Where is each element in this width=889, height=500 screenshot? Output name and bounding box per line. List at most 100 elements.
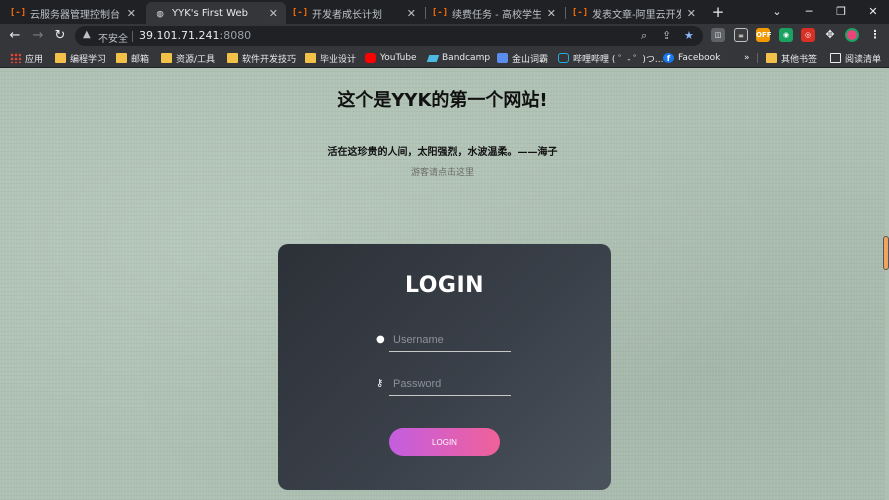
browser-toolbar: ← → ↻ ▲ 不安全 39.101.71.241:8080 ⌕ ⇪ ★ ◫ ∞…	[0, 24, 889, 48]
tab-publish-article[interactable]: [-] 发表文章-阿里云开发者社 ✕	[566, 2, 704, 24]
close-icon[interactable]: ✕	[407, 7, 416, 20]
tab-title: 发表文章-阿里云开发者社	[592, 9, 681, 21]
scrollbar-track[interactable]	[885, 68, 889, 500]
extensions-puzzle-icon[interactable]: ✥	[823, 28, 837, 42]
folder-icon	[55, 53, 66, 63]
bookmark-label: 编程学习	[70, 54, 107, 65]
tab-search-icon[interactable]: ⌄	[763, 2, 791, 22]
guest-link[interactable]: 游客请点击这里	[0, 165, 885, 178]
bookmark-folder-graduation[interactable]: 毕业设计	[305, 51, 356, 65]
overflow-label: »	[744, 53, 750, 63]
page-headline: 这个是YYK的第一个网站!	[337, 90, 548, 111]
jinshan-icon	[497, 53, 508, 63]
bookmark-facebook[interactable]: f Facebook	[663, 51, 720, 65]
folder-icon	[161, 53, 172, 63]
restore-button[interactable]: ❐	[827, 2, 855, 22]
menu-kebab-icon[interactable]: ⋮	[868, 28, 882, 42]
bookmark-folder-mail[interactable]: 邮箱	[116, 51, 149, 65]
bookmark-label: Bandcamp	[442, 53, 491, 63]
login-card: LOGIN ● ⚷ LOGIN	[278, 244, 611, 490]
username-field: ●	[376, 328, 511, 354]
reload-button[interactable]: ↻	[50, 26, 70, 46]
bandcamp-icon	[426, 54, 440, 62]
tab-yyk-first-web[interactable]: ◍ YYK's First Web ✕	[146, 2, 286, 24]
zoom-search-icon[interactable]: ⌕	[641, 29, 647, 43]
user-icon: ●	[376, 334, 385, 345]
extension-green-icon[interactable]: ◉	[779, 28, 793, 42]
login-button[interactable]: LOGIN	[389, 428, 500, 456]
key-icon: ⚷	[376, 378, 384, 389]
bookmark-youtube[interactable]: YouTube	[365, 51, 417, 65]
bookmark-label: 哔哩哔哩 ( ゜- ゜)つ...	[573, 54, 664, 65]
tab-aliyun-console[interactable]: [-] 云服务器管理控制台 ✕	[4, 2, 144, 24]
profile-avatar[interactable]	[845, 28, 859, 42]
globe-icon: ◍	[156, 6, 164, 20]
bookmark-jinshan[interactable]: 金山词霸	[497, 51, 548, 65]
minimize-button[interactable]: ─	[795, 2, 823, 22]
bookmark-label: 邮箱	[131, 54, 150, 65]
aliyun-icon: [-]	[291, 8, 309, 18]
close-icon[interactable]: ✕	[127, 7, 136, 20]
folder-icon	[116, 53, 127, 63]
bookmark-label: 阅读清单	[845, 54, 882, 65]
bookmark-bandcamp[interactable]: Bandcamp	[426, 51, 491, 65]
omnibox-divider	[132, 31, 133, 42]
password-field: ⚷	[376, 372, 511, 398]
bookmark-folder-programming[interactable]: 编程学习	[55, 51, 106, 65]
off-badge: OFF	[756, 31, 772, 39]
login-title: LOGIN	[404, 273, 485, 298]
address-bar[interactable]: ▲ 不安全 39.101.71.241:8080 ⌕ ⇪ ★	[75, 26, 703, 46]
share-icon[interactable]: ⇪	[662, 29, 671, 42]
tab-title: YYK's First Web	[172, 7, 248, 19]
scrollbar-thumb[interactable]	[883, 236, 889, 270]
username-input[interactable]	[389, 328, 511, 352]
extension-off-icon[interactable]: OFF	[756, 28, 772, 42]
extension-red-icon[interactable]: ◎	[801, 28, 815, 42]
password-input[interactable]	[389, 372, 511, 396]
bookmarks-divider	[757, 53, 758, 63]
youtube-icon	[365, 53, 376, 63]
bookmark-other[interactable]: 其他书签	[766, 51, 817, 65]
folder-icon	[227, 53, 238, 63]
apps-grid-icon	[10, 53, 21, 63]
tab-strip: [-] 云服务器管理控制台 ✕ ◍ YYK's First Web ✕ [-] …	[0, 0, 889, 24]
bookmark-label: YouTube	[380, 53, 417, 63]
tab-title: 续费任务 - 高校学生免费	[452, 9, 541, 21]
new-tab-button[interactable]: +	[709, 3, 727, 21]
facebook-icon: f	[663, 53, 674, 63]
bookmark-label: 毕业设计	[320, 54, 357, 65]
bookmark-star-icon[interactable]: ★	[684, 29, 694, 42]
url-host: 39.101.71.241	[139, 29, 220, 42]
reading-list-icon	[830, 53, 841, 63]
tab-title: 云服务器管理控制台	[30, 9, 120, 21]
bookmark-label: 应用	[25, 54, 44, 65]
folder-icon	[766, 53, 777, 63]
close-window-button[interactable]: ✕	[859, 2, 887, 22]
security-label[interactable]: 不安全	[98, 30, 128, 45]
bookmark-folder-resources[interactable]: 资源/工具	[161, 51, 215, 65]
extension-glasses-icon[interactable]: ∞	[734, 28, 748, 42]
tab-developer-growth[interactable]: [-] 开发者成长计划 ✕	[286, 2, 424, 24]
bookmark-apps[interactable]: 应用	[10, 51, 43, 65]
url-port: :8080	[219, 29, 252, 42]
bookmark-folder-dev-tips[interactable]: 软件开发技巧	[227, 51, 296, 65]
bilibili-icon	[558, 53, 569, 63]
close-icon[interactable]: ✕	[547, 7, 556, 20]
close-icon[interactable]: ✕	[269, 7, 278, 20]
url-text[interactable]: 39.101.71.241:8080	[139, 29, 251, 42]
extension-reader-icon[interactable]: ◫	[711, 28, 725, 42]
warning-icon[interactable]: ▲	[83, 29, 91, 40]
bookmarks-overflow-button[interactable]: »	[744, 51, 750, 65]
reading-list-button[interactable]: 阅读清单	[830, 51, 881, 65]
bookmark-label: 资源/工具	[176, 54, 216, 65]
back-button[interactable]: ←	[5, 26, 25, 46]
bookmark-label: 其他书签	[781, 54, 818, 65]
close-icon[interactable]: ✕	[687, 7, 696, 20]
aliyun-icon: [-]	[571, 8, 589, 18]
bookmark-bilibili[interactable]: 哔哩哔哩 ( ゜- ゜)つ...	[558, 51, 663, 65]
bookmark-label: Facebook	[678, 53, 721, 63]
aliyun-icon: [-]	[431, 8, 449, 18]
tab-renewal-task[interactable]: [-] 续费任务 - 高校学生免费 ✕	[426, 2, 564, 24]
poem-quote: 活在这珍贵的人间，太阳强烈，水波温柔。——海子	[327, 147, 558, 158]
forward-button[interactable]: →	[28, 26, 48, 46]
